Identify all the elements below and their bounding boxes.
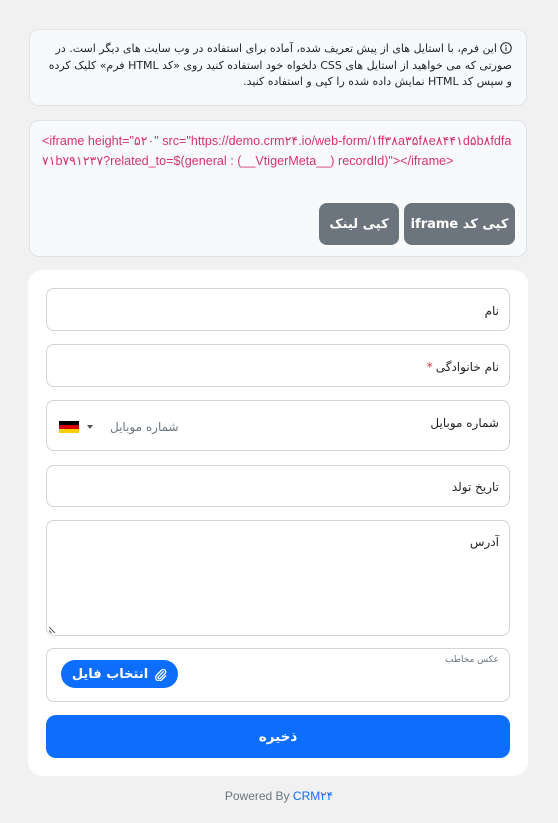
crm24-link[interactable]: CRM۲۴: [293, 789, 333, 803]
save-button[interactable]: ذخیره: [46, 715, 510, 758]
copy-link-button[interactable]: کپی لینک: [319, 203, 399, 245]
chevron-down-icon[interactable]: [87, 425, 93, 429]
contact-photo-label: عکس مخاطب: [444, 655, 499, 665]
birth-date-field[interactable]: تاریخ تولد: [46, 465, 510, 507]
mobile-field[interactable]: شماره موبایل شماره موبایل: [46, 400, 510, 451]
info-text: این فرم، با استایل های از پیش تعریف شده،…: [48, 42, 512, 88]
copy-iframe-button[interactable]: کپی کد iframe: [404, 203, 515, 245]
mobile-label: شماره موبایل: [430, 416, 499, 430]
powered-by-text: Powered By: [224, 789, 290, 803]
family-name-label-text: نام خانوادگی: [435, 360, 499, 374]
required-mark: *: [426, 360, 433, 374]
contact-photo-field: عکس مخاطب انتخاب فایل: [46, 648, 510, 702]
address-label: آدرس: [469, 535, 499, 549]
mobile-input-group[interactable]: شماره موبایل: [59, 418, 219, 436]
mobile-input[interactable]: شماره موبایل: [110, 420, 179, 434]
name-field[interactable]: نام: [46, 288, 510, 331]
resize-handle-icon[interactable]: [48, 626, 56, 634]
embed-code[interactable]: <iframe height="۵۲۰" src="https://demo.c…: [42, 131, 518, 171]
info-circle-icon: [500, 42, 512, 54]
info-notice: این فرم، با استایل های از پیش تعریف شده،…: [29, 29, 527, 106]
family-name-label: نام خانوادگی*: [427, 360, 499, 374]
family-name-field[interactable]: نام خانوادگی*: [46, 344, 510, 387]
footer: Powered By CRM۲۴: [0, 789, 558, 803]
choose-file-label: انتخاب فایل: [71, 666, 149, 682]
choose-file-button[interactable]: انتخاب فایل: [61, 660, 178, 688]
name-label: نام: [484, 304, 499, 318]
birth-date-label: تاریخ تولد: [451, 480, 499, 494]
paperclip-icon: [155, 668, 167, 681]
germany-flag-icon[interactable]: [59, 420, 79, 434]
address-textarea[interactable]: آدرس: [46, 520, 510, 636]
